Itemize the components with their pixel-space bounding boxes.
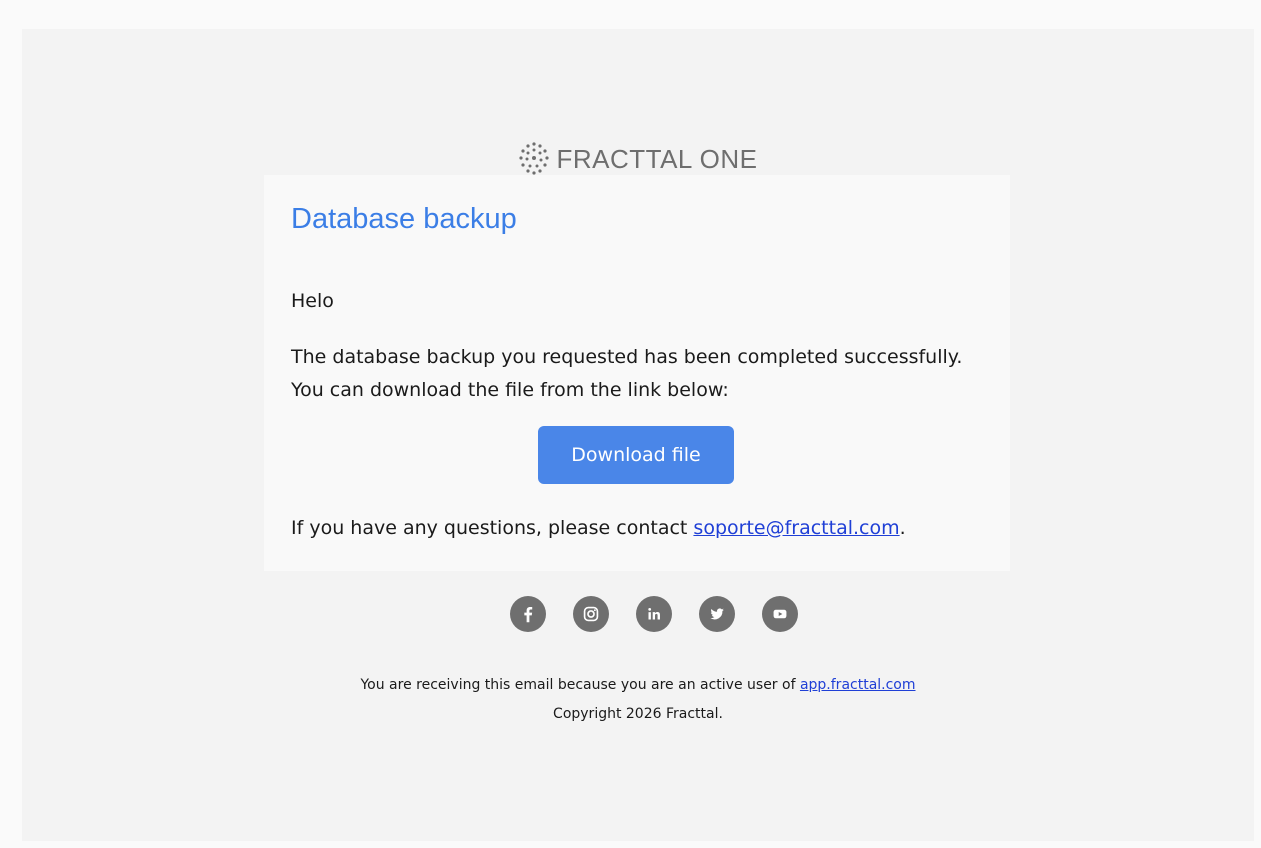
greeting-text: Helo xyxy=(291,290,334,312)
contact-text: If you have any questions, please contac… xyxy=(291,517,906,539)
instagram-icon[interactable] xyxy=(573,596,609,632)
app-link[interactable]: app.fracttal.com xyxy=(800,677,916,693)
facebook-icon[interactable] xyxy=(510,596,546,632)
twitter-icon[interactable] xyxy=(699,596,735,632)
contact-suffix: . xyxy=(899,517,906,539)
message-line-1: The database backup you requested has be… xyxy=(291,346,963,368)
social-links xyxy=(510,596,798,632)
message-line-2: You can download the file from the link … xyxy=(291,379,729,401)
support-email-link[interactable]: soporte@fracttal.com xyxy=(693,517,899,539)
email-background: FRACTTAL ONE Database backup Helo The da… xyxy=(22,29,1254,841)
brand-name: FRACTTAL ONE xyxy=(556,143,758,174)
linkedin-icon[interactable] xyxy=(636,596,672,632)
footer-notice-text: You are receiving this email because you… xyxy=(360,677,800,693)
brand-logo: FRACTTAL ONE xyxy=(22,141,1254,177)
download-file-button[interactable]: Download file xyxy=(538,426,734,484)
youtube-icon[interactable] xyxy=(762,596,798,632)
copyright-text: Copyright 2026 Fracttal. xyxy=(553,706,723,722)
footer: You are receiving this email because you… xyxy=(22,671,1254,729)
message-text: The database backup you requested has be… xyxy=(291,341,991,407)
footer-notice: You are receiving this email because you… xyxy=(22,671,1254,700)
email-title: Database backup xyxy=(291,203,517,235)
dotted-circle-icon xyxy=(519,142,550,175)
contact-prefix: If you have any questions, please contac… xyxy=(291,517,694,539)
email-card: Database backup Helo The database backup… xyxy=(264,175,1010,571)
